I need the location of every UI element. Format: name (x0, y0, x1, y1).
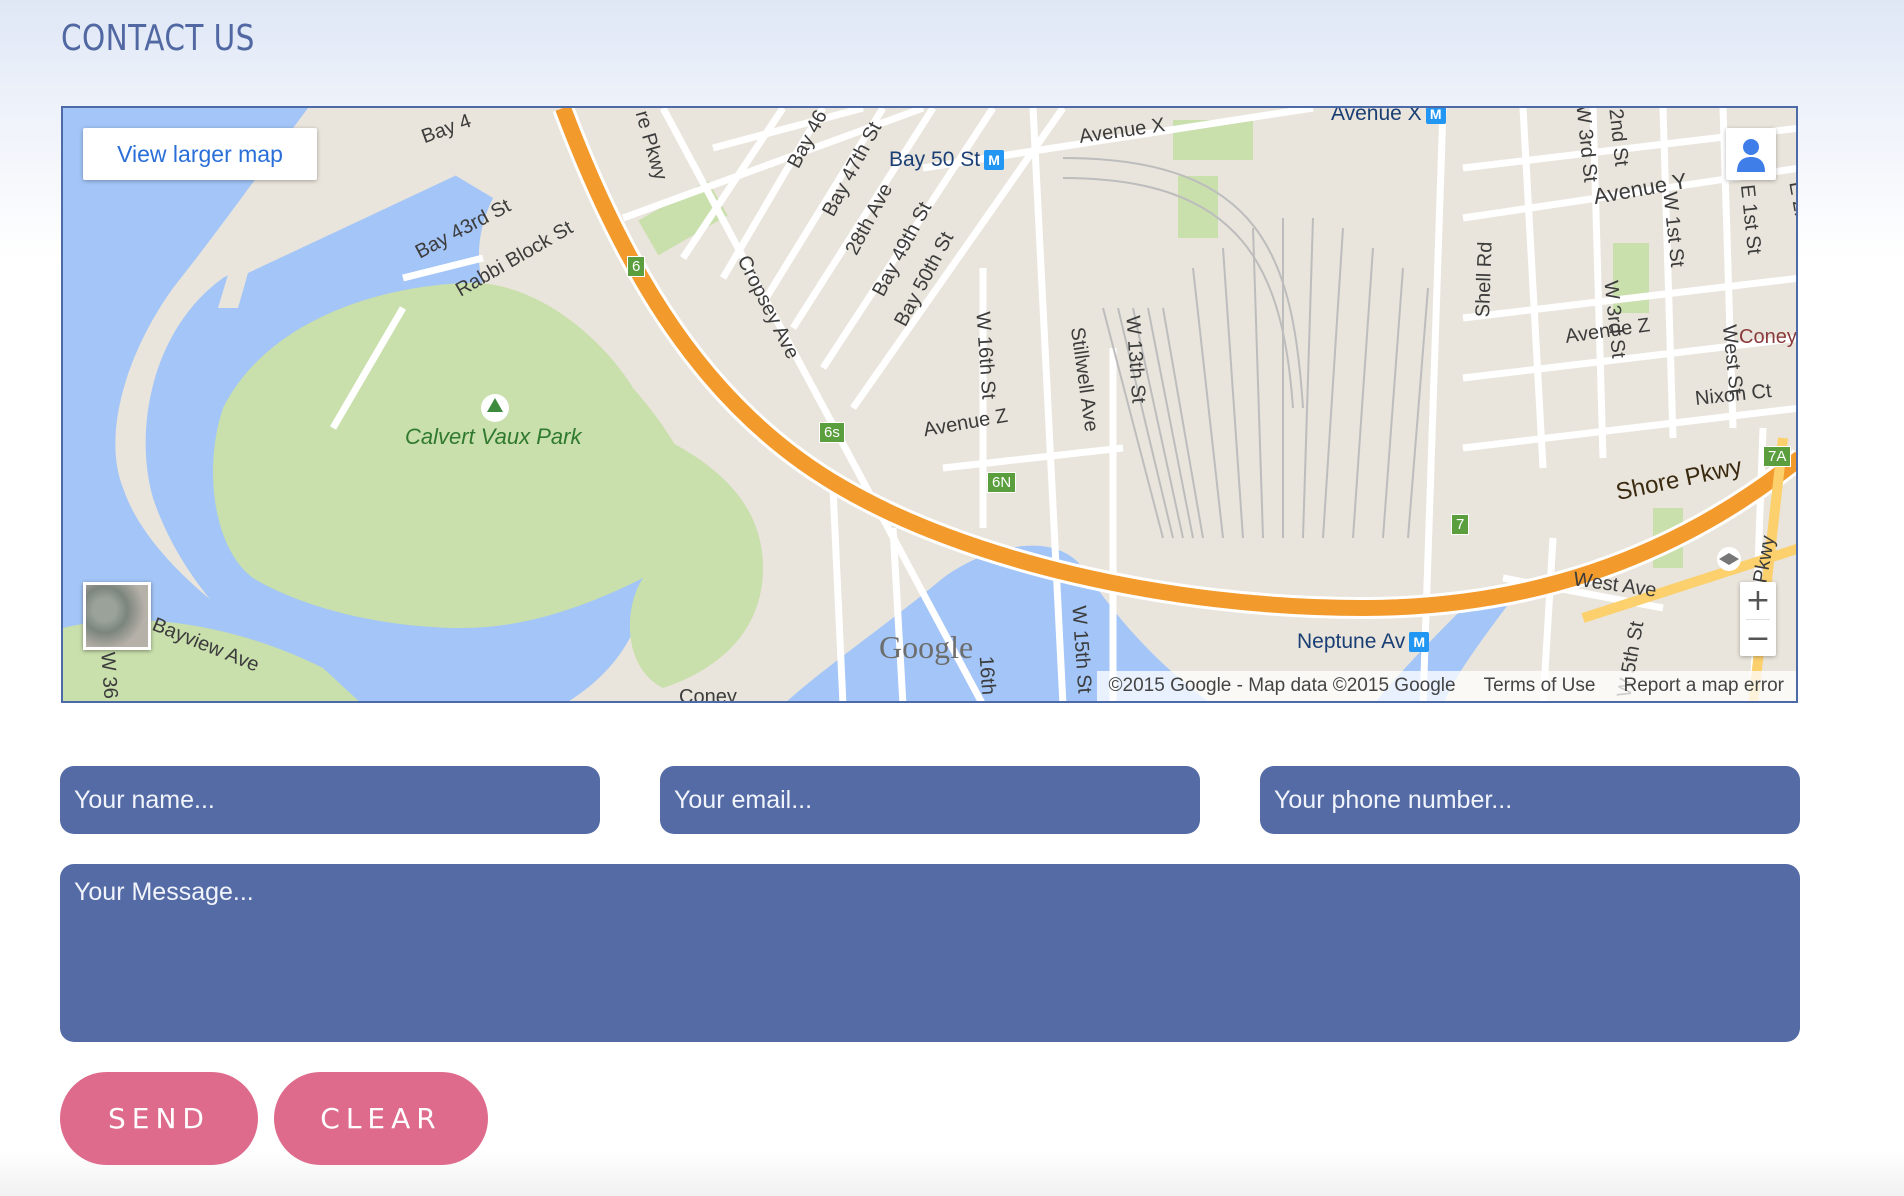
park-label: Calvert Vaux Park (405, 424, 582, 449)
street-view-pegman[interactable] (1726, 128, 1776, 180)
zoom-out-button[interactable]: − (1740, 620, 1776, 657)
send-button[interactable]: SEND (60, 1072, 258, 1165)
report-map-error-link[interactable]: Report a map error (1623, 671, 1784, 701)
page-title: CONTACT US (61, 18, 255, 59)
station-label: Bay 50 St M (889, 148, 1005, 172)
street-label: Coney (679, 686, 737, 703)
person-icon (1737, 139, 1765, 172)
map-data-attribution: ©2015 Google - Map data ©2015 Google (1108, 675, 1456, 696)
name-input[interactable] (60, 766, 600, 834)
metro-icon: M (1425, 108, 1446, 125)
map-canvas[interactable] (63, 108, 1798, 703)
clear-button[interactable]: CLEAR (274, 1072, 488, 1165)
exit-shield: 6N (987, 472, 1017, 493)
exit-shield: 6 (627, 256, 646, 277)
exit-shield: 7A (1763, 446, 1792, 467)
message-textarea[interactable] (60, 864, 1800, 1042)
satellite-toggle[interactable] (83, 582, 151, 650)
terms-of-use-link[interactable]: Terms of Use (1484, 671, 1596, 701)
google-logo: Google (879, 629, 974, 665)
view-larger-map-link[interactable]: View larger map (83, 128, 317, 180)
street-label: Shell Rd (1471, 241, 1497, 318)
email-input[interactable] (660, 766, 1200, 834)
station-label: Avenue XM (1331, 108, 1446, 126)
green-lot (1178, 176, 1218, 238)
zoom-control: + − (1740, 582, 1776, 656)
exit-shield: 7 (1451, 514, 1470, 535)
street-label: W 36 (96, 651, 122, 700)
zoom-in-button[interactable]: + (1740, 582, 1776, 619)
street-label: Coney (1739, 326, 1797, 348)
map-attribution: ©2015 Google - Map data ©2015 Google Ter… (1096, 671, 1796, 701)
station-label: Neptune Av M (1297, 630, 1430, 654)
exit-shield: 6s (819, 422, 845, 443)
street-label: 16th (974, 655, 1000, 696)
phone-input[interactable] (1260, 766, 1800, 834)
metro-icon: M (1409, 632, 1430, 653)
map-embed[interactable]: Bay 4 Bay 43rd St Rabbi Block St Cropsey… (61, 106, 1798, 703)
metro-icon: M (984, 150, 1005, 171)
